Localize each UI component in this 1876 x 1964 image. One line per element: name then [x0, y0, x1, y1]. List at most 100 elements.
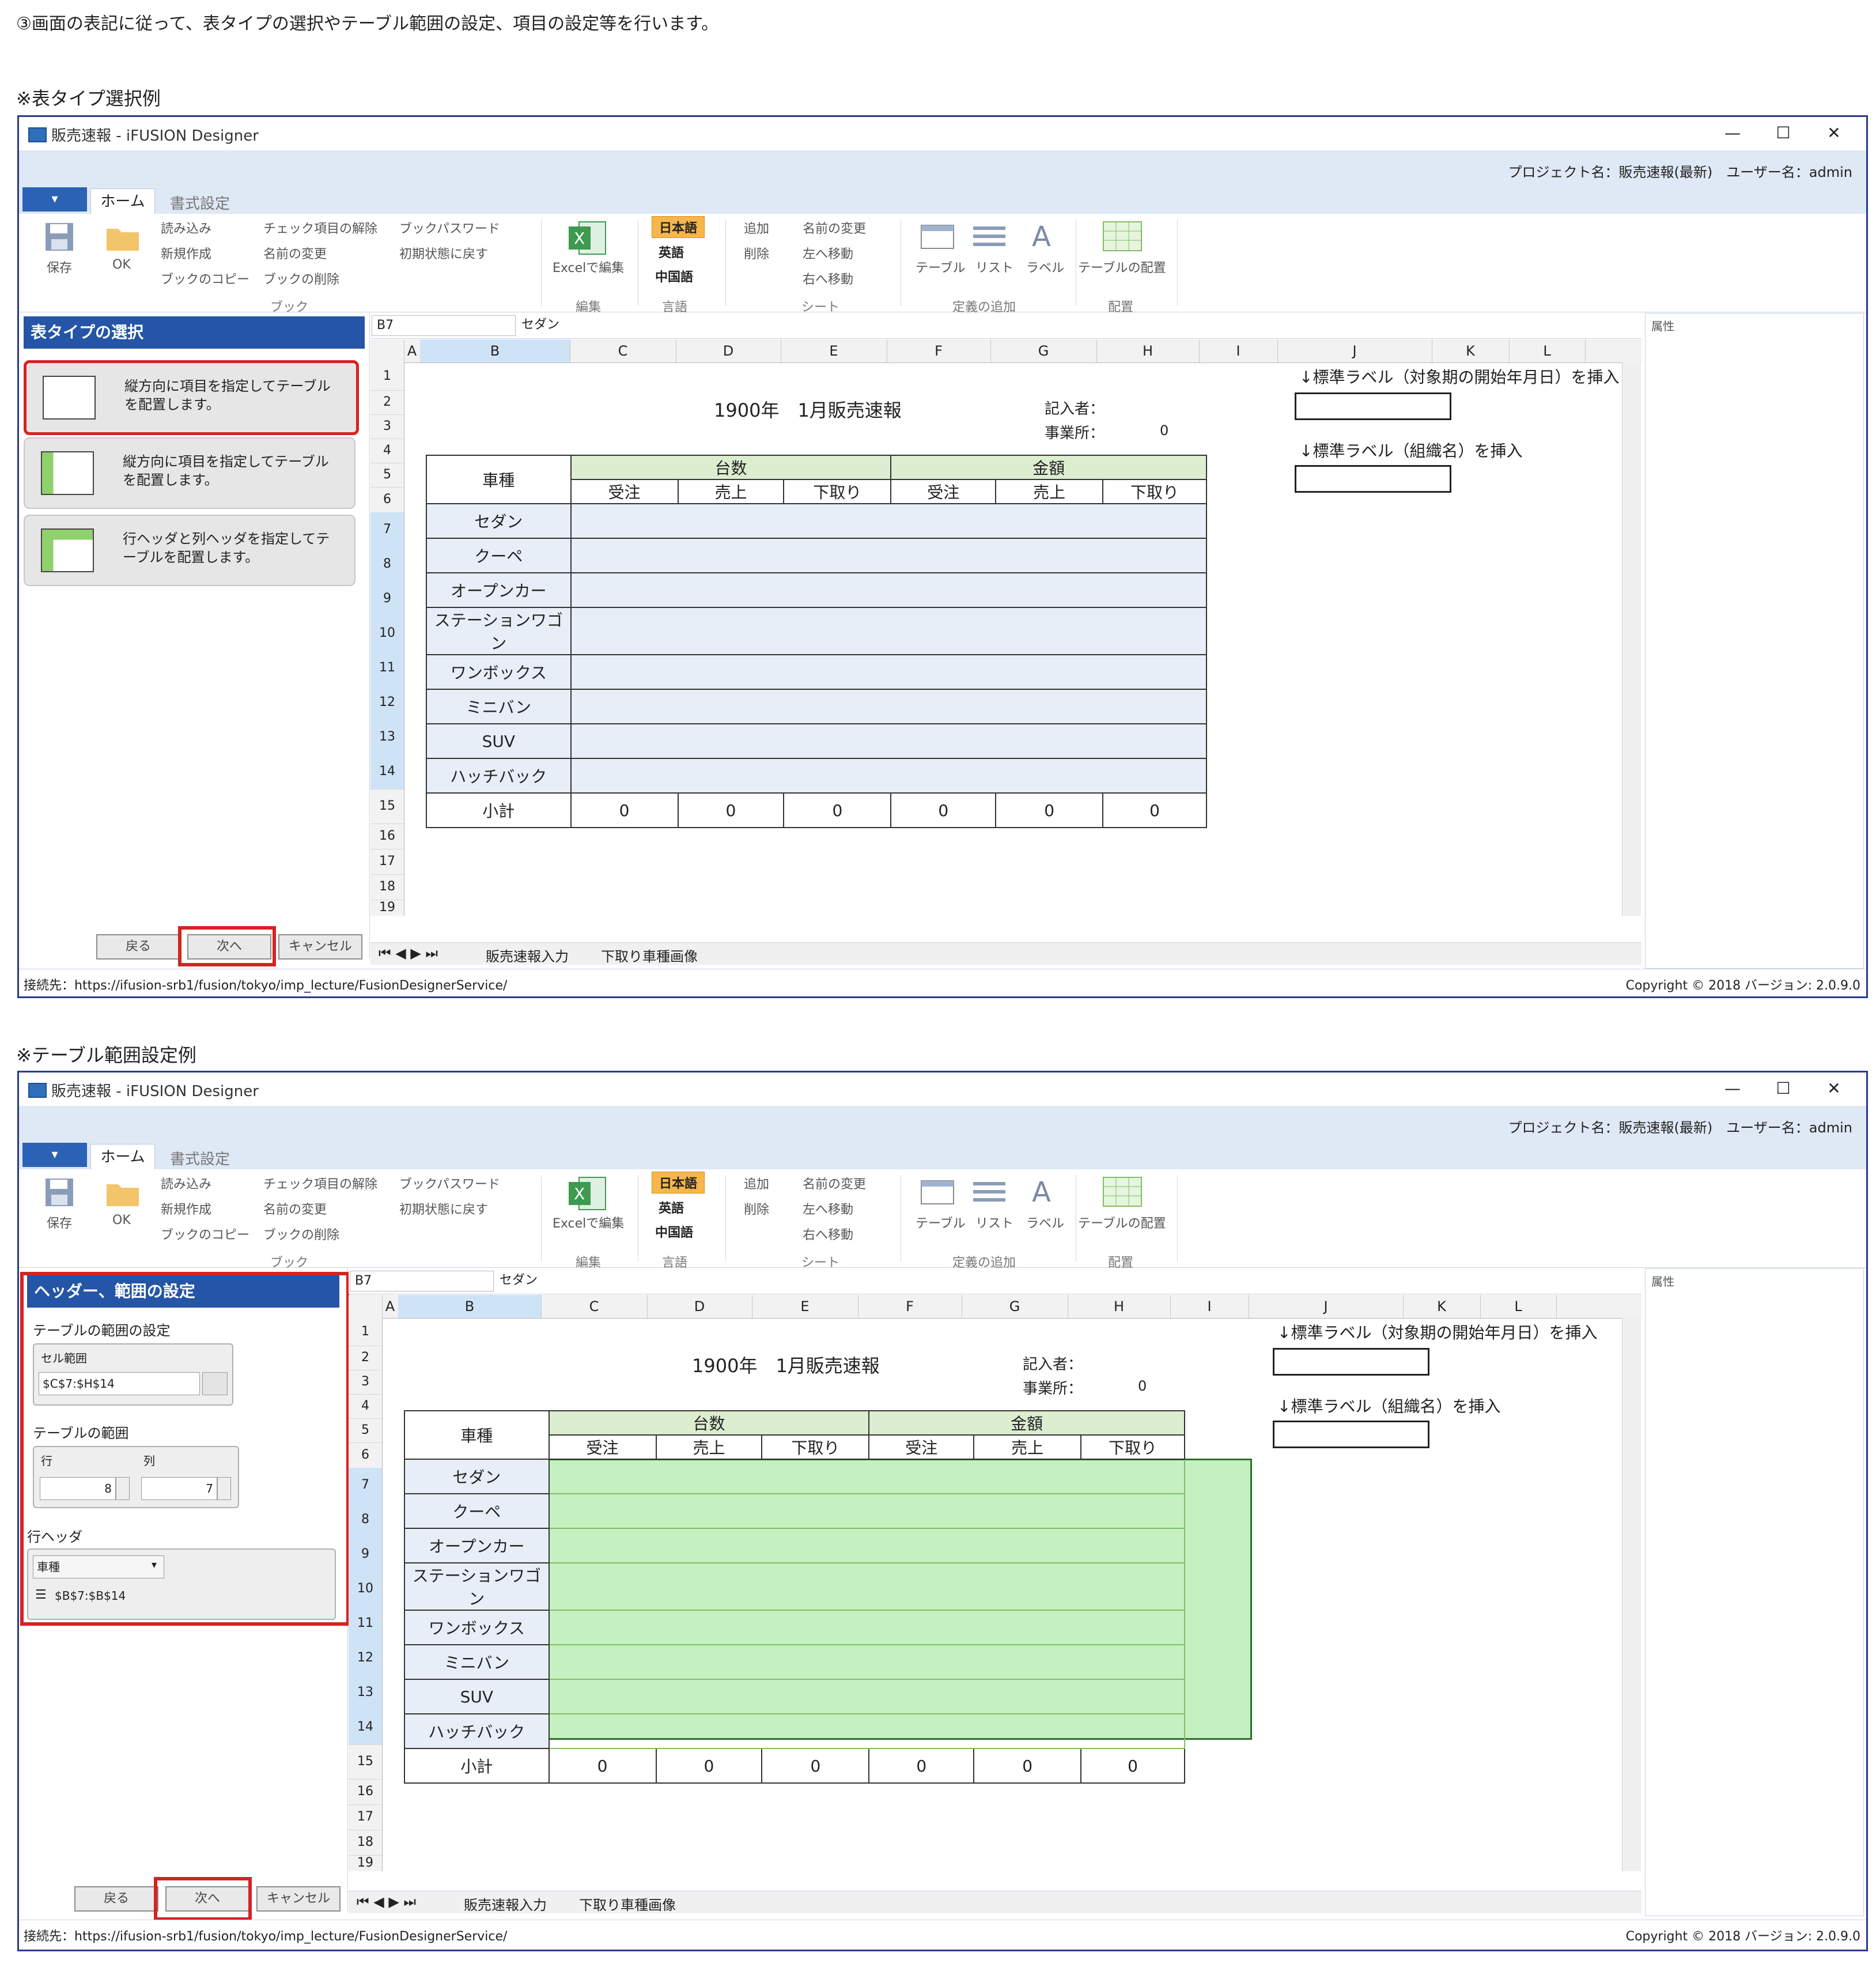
row-number[interactable]: 14 — [370, 754, 404, 790]
save-button[interactable]: 保存 — [47, 258, 72, 276]
subtotal-cell[interactable]: 0 — [973, 1748, 1082, 1784]
table-type-card-3[interactable]: 行ヘッダと列ヘッダを指定してテーブルを配置します。 — [24, 515, 355, 586]
col-header[interactable]: J — [1277, 339, 1432, 362]
row-number[interactable]: 3 — [349, 1370, 382, 1395]
sheet-left-button[interactable]: 左へ移動 — [803, 1199, 853, 1218]
row-number[interactable]: 18 — [349, 1830, 382, 1856]
model-cell[interactable]: クーペ — [426, 538, 572, 573]
add-label-button[interactable]: ラベル — [1026, 1213, 1064, 1232]
book-password-button[interactable]: ブックパスワード — [399, 1174, 500, 1192]
col-header[interactable]: E — [781, 339, 887, 362]
label-placeholder-org[interactable] — [1295, 465, 1451, 493]
row-number[interactable]: 3 — [370, 414, 404, 439]
tab-home[interactable]: ホーム — [90, 188, 155, 216]
refresh-button[interactable]: 初期状態に戻す — [399, 244, 488, 262]
model-cell[interactable]: オープンカー — [404, 1528, 550, 1563]
col-header[interactable]: B — [398, 1295, 542, 1318]
copy-book-button[interactable]: ブックのコピー — [161, 1225, 249, 1243]
model-cell[interactable]: セダン — [426, 503, 572, 539]
subtotal-cell[interactable]: 0 — [783, 792, 892, 828]
data-cells[interactable] — [570, 503, 1208, 539]
read-button[interactable]: 読み込み — [161, 1174, 211, 1192]
vertical-scrollbar[interactable] — [1622, 362, 1641, 916]
close-button[interactable]: ✕ — [1809, 1075, 1859, 1102]
row-number[interactable]: 5 — [370, 463, 404, 488]
read-button[interactable]: 読み込み — [161, 218, 211, 237]
lang-chinese-button[interactable]: 中国語 — [655, 1222, 693, 1241]
cell-name-box[interactable]: B7 — [372, 315, 516, 336]
subtotal-cell[interactable]: 0 — [1102, 792, 1207, 828]
subtotal-cell[interactable]: 0 — [890, 792, 997, 828]
col-header[interactable]: L — [1480, 1295, 1557, 1318]
subtotal-cell[interactable]: 0 — [1080, 1748, 1185, 1784]
rename-button[interactable]: 名前の変更 — [263, 1199, 327, 1218]
add-table-button[interactable]: テーブル — [916, 258, 966, 276]
copy-book-button[interactable]: ブックのコピー — [161, 269, 249, 288]
row-number[interactable]: 19 — [370, 900, 404, 916]
spreadsheet-grid[interactable]: A B C D E F G H I J K L 1 2 3 4 5 6 7 8 … — [349, 1295, 1642, 1871]
row-number[interactable]: 10 — [349, 1572, 382, 1607]
tab-format[interactable]: 書式設定 — [170, 1147, 230, 1169]
data-cells[interactable] — [570, 723, 1208, 759]
table-type-card-1[interactable]: 縦方向に項目を指定してテーブルを配置します。 — [24, 360, 359, 435]
subtotal-cell[interactable]: 0 — [655, 1748, 763, 1784]
row-number[interactable]: 11 — [370, 651, 404, 686]
row-number[interactable]: 9 — [349, 1537, 382, 1572]
col-header[interactable]: A — [404, 339, 421, 362]
data-cells[interactable] — [548, 1528, 1186, 1563]
back-button[interactable]: 戻る — [96, 934, 180, 960]
lang-chinese-button[interactable]: 中国語 — [655, 267, 693, 285]
ok-button[interactable]: OK — [112, 1213, 131, 1228]
add-list-button[interactable]: リスト — [975, 258, 1013, 276]
row-number[interactable]: 9 — [370, 581, 404, 617]
sheet-right-button[interactable]: 右へ移動 — [803, 269, 853, 288]
data-cells[interactable] — [570, 607, 1208, 655]
row-number[interactable]: 15 — [349, 1744, 382, 1780]
file-menu-tab[interactable]: ▾ — [22, 1143, 87, 1167]
formula-value[interactable]: セダン — [521, 315, 559, 335]
book-password-button[interactable]: ブックパスワード — [399, 218, 500, 237]
data-cells[interactable] — [548, 1610, 1186, 1645]
model-cell[interactable]: ミニバン — [404, 1644, 550, 1680]
col-header[interactable]: H — [1068, 1295, 1171, 1318]
sheet-add-button[interactable]: 追加 — [744, 218, 769, 237]
label-placeholder-org[interactable] — [1273, 1421, 1429, 1448]
data-cells[interactable] — [570, 758, 1208, 794]
model-cell[interactable]: SUV — [404, 1679, 550, 1714]
row-number[interactable]: 13 — [349, 1675, 382, 1710]
refresh-button[interactable]: 初期状態に戻す — [399, 1199, 488, 1218]
model-cell[interactable]: SUV — [426, 723, 572, 759]
model-cell[interactable]: ミニバン — [426, 689, 572, 724]
vertical-scrollbar[interactable] — [1622, 1318, 1641, 1871]
row-number[interactable]: 1 — [370, 362, 404, 391]
row-number[interactable]: 14 — [349, 1710, 382, 1745]
sheet-delete-button[interactable]: 削除 — [744, 244, 769, 262]
sheet-add-button[interactable]: 追加 — [744, 1174, 769, 1192]
lang-english-button[interactable]: 英語 — [659, 1198, 684, 1217]
data-cells[interactable] — [570, 654, 1208, 690]
close-button[interactable]: ✕ — [1809, 119, 1859, 147]
data-cells[interactable] — [548, 1713, 1186, 1749]
lang-japanese-button[interactable]: 日本語 — [652, 1172, 705, 1193]
check-clear-button[interactable]: チェック項目の解除 — [263, 218, 377, 237]
rename-button[interactable]: 名前の変更 — [263, 244, 327, 262]
sheet-left-button[interactable]: 左へ移動 — [803, 244, 853, 262]
col-header[interactable]: J — [1249, 1295, 1404, 1318]
col-header[interactable]: C — [541, 1295, 648, 1318]
model-cell[interactable]: セダン — [404, 1459, 550, 1494]
col-header[interactable]: E — [752, 1295, 858, 1318]
subtotal-cell[interactable]: 0 — [761, 1748, 870, 1784]
add-label-button[interactable]: ラベル — [1026, 258, 1064, 276]
subtotal-cell[interactable]: 0 — [677, 792, 785, 828]
row-number[interactable]: 18 — [370, 874, 404, 900]
excel-edit-button[interactable]: Excelで編集 — [553, 1213, 624, 1232]
cancel-button[interactable]: キャンセル — [278, 934, 362, 960]
col-header[interactable]: F — [858, 1295, 962, 1318]
add-list-button[interactable]: リスト — [975, 1213, 1013, 1232]
maximize-button[interactable]: ☐ — [1758, 1075, 1809, 1102]
row-number[interactable]: 8 — [370, 547, 404, 582]
sheet-rename-button[interactable]: 名前の変更 — [803, 1174, 866, 1192]
add-table-button[interactable]: テーブル — [916, 1213, 966, 1232]
sheet-nav-first-icon[interactable]: ⏮ ◀ ▶ ⏭ — [357, 1894, 416, 1910]
row-number[interactable]: 13 — [370, 720, 404, 755]
